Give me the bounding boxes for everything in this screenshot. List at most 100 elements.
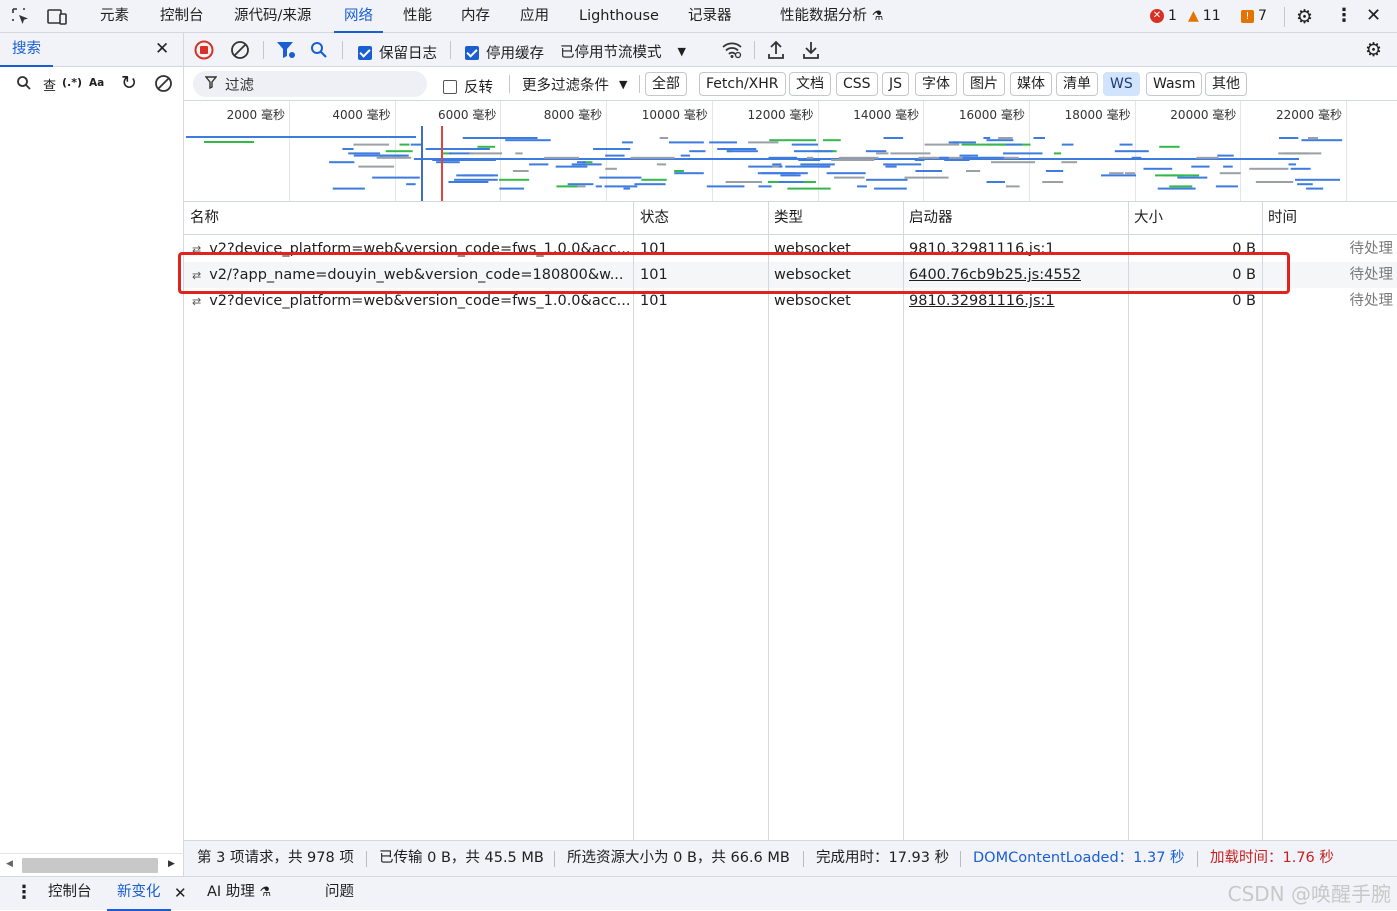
settings-gear-icon[interactable]: ⚙ xyxy=(1296,6,1313,28)
match-case-toggle[interactable]: Aa xyxy=(89,77,104,89)
timeline-bar xyxy=(991,161,1036,164)
refresh-icon[interactable]: ↻ xyxy=(121,72,137,94)
import-har-icon[interactable] xyxy=(767,40,785,60)
clear-log-icon[interactable] xyxy=(230,40,250,60)
row-initiator-link[interactable]: 9810.32981116.js:1 xyxy=(903,236,1128,262)
more-options-icon[interactable]: ⋮ xyxy=(1335,5,1353,26)
network-overview-timeline[interactable]: 2000 毫秒 4000 毫秒 6000 毫秒 8000 毫秒 10000 毫秒 1200… xyxy=(184,101,1397,202)
timeline-bar xyxy=(462,137,501,139)
timeline-bar xyxy=(757,172,796,175)
invert-checkbox[interactable]: 反转 xyxy=(443,76,493,97)
tab-application[interactable]: 应用 xyxy=(520,0,549,33)
timeline-bar xyxy=(717,148,737,150)
column-divider[interactable] xyxy=(1128,202,1129,840)
status-finish: 完成用时：17.93 秒 xyxy=(816,850,950,866)
tab-search[interactable]: 搜索 xyxy=(0,33,53,67)
row-initiator-link[interactable]: 9810.32981116.js:1 xyxy=(903,288,1128,314)
filter-fetch-xhr[interactable]: Fetch/XHR xyxy=(699,72,786,96)
search-input[interactable]: 查 xyxy=(43,75,56,94)
timeline-bar xyxy=(567,183,594,186)
timeline-bar xyxy=(1308,137,1319,139)
filter-media[interactable]: 媒体 xyxy=(1010,72,1052,96)
filter-doc[interactable]: 文档 xyxy=(789,72,831,96)
row-status: 101 xyxy=(640,267,668,283)
drawer-tab-ai-assistant[interactable]: AI 助理 ⚗ xyxy=(207,877,271,911)
search-network-icon[interactable] xyxy=(310,41,328,59)
table-row[interactable]: ⇄ v2/?app_name=douyin_web&version_code=18… xyxy=(184,262,1397,288)
column-divider[interactable] xyxy=(633,202,634,840)
filter-ws[interactable]: WS xyxy=(1103,72,1140,96)
tab-console[interactable]: 控制台 xyxy=(160,0,204,33)
tab-network[interactable]: 网络 xyxy=(334,0,383,33)
tab-elements[interactable]: 元素 xyxy=(100,0,129,33)
checkbox-checked[interactable] xyxy=(358,45,372,60)
more-filters-dropdown[interactable]: 更多过滤条件 ▼ xyxy=(522,74,627,95)
scrollbar-thumb[interactable] xyxy=(22,858,158,873)
error-count[interactable]: ✕ 1 xyxy=(1150,8,1177,24)
filter-img[interactable]: 图片 xyxy=(963,72,1005,96)
scroll-right-icon[interactable]: ▶ xyxy=(168,859,175,869)
inspect-element-icon[interactable] xyxy=(11,7,31,27)
column-divider[interactable] xyxy=(1262,202,1263,840)
throttling-select[interactable]: 已停用节流模式 ▼ xyxy=(560,41,686,62)
timeline-bar xyxy=(593,148,631,150)
tab-lighthouse[interactable]: Lighthouse xyxy=(579,0,659,33)
regex-toggle[interactable]: (.*) xyxy=(62,76,82,89)
table-header: 名称 状态 类型 启动器 大小 时间 xyxy=(184,202,1397,235)
timeline-bar xyxy=(448,181,489,183)
export-har-icon[interactable] xyxy=(802,40,820,60)
col-type[interactable]: 类型 xyxy=(768,202,903,235)
close-tab-icon[interactable]: ✕ xyxy=(174,884,187,902)
col-name[interactable]: 名称 xyxy=(184,202,634,235)
tab-recorder[interactable]: 记录器 xyxy=(688,0,732,33)
stop-recording-icon[interactable] xyxy=(194,40,214,60)
filter-manifest[interactable]: 清单 xyxy=(1056,72,1098,96)
filter-js[interactable]: JS xyxy=(882,72,910,96)
col-initiator[interactable]: 启动器 xyxy=(903,202,1128,235)
drawer-tab-changes[interactable]: 新变化 xyxy=(107,877,171,911)
filter-other[interactable]: 其他 xyxy=(1205,72,1247,96)
close-devtools-icon[interactable]: ✕ xyxy=(1366,5,1381,26)
filter-input[interactable]: 过滤 xyxy=(193,71,427,97)
tab-performance-insights[interactable]: 性能数据分析 ⚗ xyxy=(780,0,883,33)
network-settings-gear-icon[interactable]: ⚙ xyxy=(1365,39,1382,61)
table-row[interactable]: ⇄ v2?device_platform=web&version_code=fws… xyxy=(184,288,1397,314)
timeline-bar xyxy=(709,141,737,144)
scroll-left-icon[interactable]: ◀ xyxy=(6,859,13,869)
col-time[interactable]: 时间 xyxy=(1262,202,1397,235)
disable-cache-checkbox[interactable]: 停用缓存 xyxy=(465,42,544,63)
row-initiator-link[interactable]: 6400.76cb9b25.js:4552 xyxy=(903,262,1128,288)
tab-performance[interactable]: 性能 xyxy=(403,0,432,33)
tab-memory[interactable]: 内存 xyxy=(461,0,490,33)
preserve-log-checkbox[interactable]: 保留日志 xyxy=(358,42,437,63)
timeline-bar xyxy=(1045,170,1064,172)
close-search-icon[interactable]: ✕ xyxy=(155,39,169,59)
checkbox-checked[interactable] xyxy=(465,45,479,60)
horizontal-scrollbar[interactable]: ◀ ▶ xyxy=(0,853,184,875)
drawer-menu-icon[interactable]: ⋮ xyxy=(15,882,33,903)
device-toggle-icon[interactable] xyxy=(46,7,68,27)
col-size[interactable]: 大小 xyxy=(1128,202,1262,235)
clear-icon[interactable] xyxy=(154,74,173,93)
checkbox-unchecked[interactable] xyxy=(443,79,457,94)
filter-font[interactable]: 字体 xyxy=(915,72,957,96)
column-divider[interactable] xyxy=(768,202,769,840)
warning-count[interactable]: ▲ 11 xyxy=(1188,8,1221,24)
col-status[interactable]: 状态 xyxy=(634,202,768,235)
filter-wasm[interactable]: Wasm xyxy=(1146,72,1203,96)
issue-count[interactable]: ! 7 xyxy=(1241,8,1267,24)
timeline-bar xyxy=(1159,145,1180,148)
tab-sources[interactable]: 源代码/来源 xyxy=(234,0,311,33)
filter-funnel-icon[interactable] xyxy=(276,41,296,59)
column-divider[interactable] xyxy=(903,202,904,840)
row-time: 待处理 xyxy=(1349,293,1394,309)
filter-all[interactable]: 全部 xyxy=(645,72,687,96)
drawer-tab-console[interactable]: 控制台 xyxy=(48,877,92,911)
network-conditions-wifi-icon[interactable] xyxy=(721,40,743,60)
timeline-bar xyxy=(791,143,819,146)
timeline-bar xyxy=(1278,152,1322,155)
table-row[interactable]: ⇄ v2?device_platform=web&version_code=fws… xyxy=(184,236,1397,262)
drawer-tab-issues[interactable]: 问题 xyxy=(325,877,354,911)
filter-css[interactable]: CSS xyxy=(836,72,878,96)
timeline-bar xyxy=(959,154,979,157)
